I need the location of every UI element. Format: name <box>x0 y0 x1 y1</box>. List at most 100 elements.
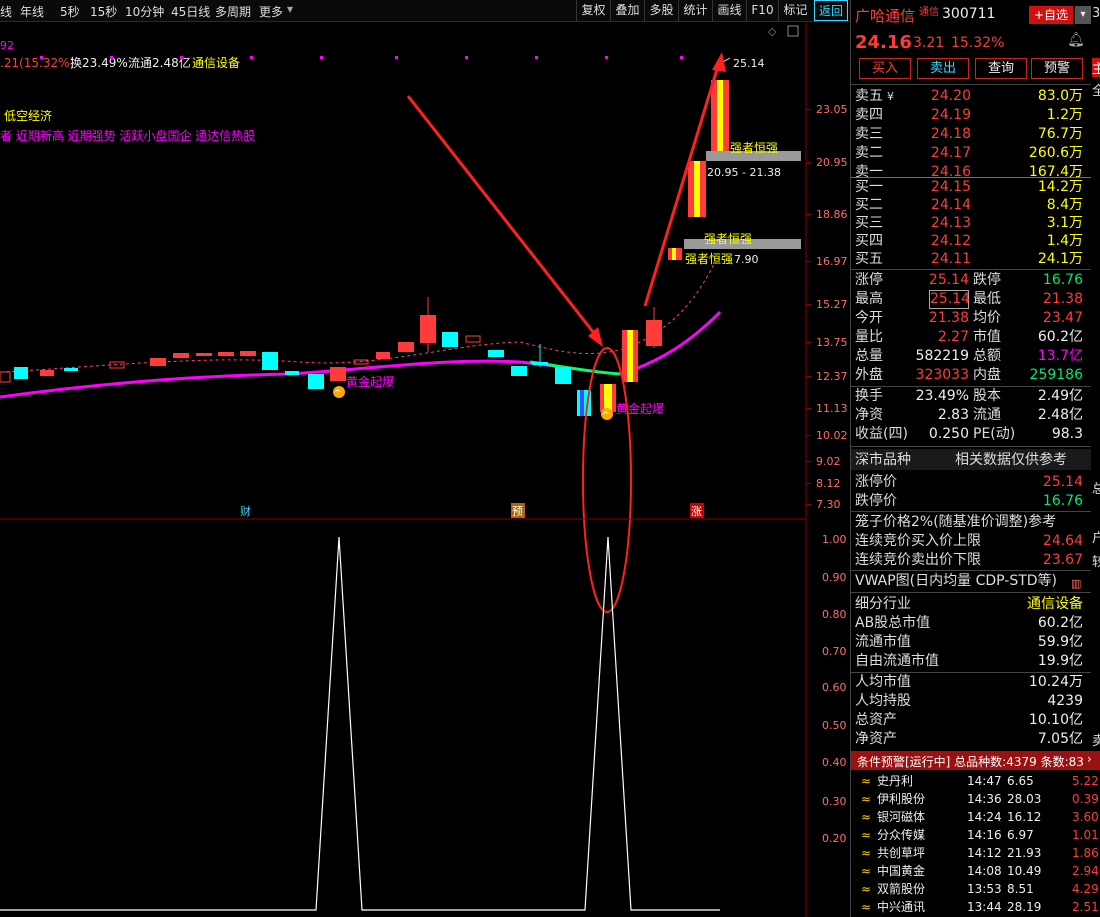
period-15s[interactable]: 15秒 <box>90 3 117 20</box>
per-capita-row: 总资产 10.10亿 <box>855 712 1083 728</box>
bid-row[interactable]: 买一 24.15 14.2万 <box>851 178 1091 197</box>
period-multi[interactable]: 多周期 <box>215 3 251 20</box>
alert-row[interactable]: ≈ 双箭股份 13:53 8.51 4.29 <box>851 880 1100 898</box>
vwap-row[interactable]: VWAP图(日内均量 CDP-STD等) ▥ <box>851 572 1091 591</box>
per-capita-row: 净资产 7.05亿 <box>855 731 1083 747</box>
chevron-right-icon[interactable]: › <box>1087 752 1092 766</box>
stats-row: 涨停 25.14 跌停 16.76 <box>855 272 1083 288</box>
quote-panel: 广哈通信 通信 300711 +自选 ▾ 24.16 3.21 15.32% 🔔… <box>850 0 1100 917</box>
svg-text:^: ^ <box>334 389 342 399</box>
indicator-tick: 0.40 <box>822 756 847 769</box>
edge-glyph: 较 <box>1092 555 1100 570</box>
alert-row[interactable]: ≈ 伊利股份 14:36 28.03 0.39 <box>851 790 1100 808</box>
alert-row[interactable]: ≈ 中国黄金 14:08 10.49 2.94 <box>851 862 1100 880</box>
period-year[interactable]: 年线 <box>20 3 44 20</box>
edge-glyph: 卖 <box>1092 734 1100 749</box>
multi-stock-button[interactable]: 多股 <box>644 0 678 21</box>
back-button[interactable]: 返回 <box>814 0 848 21</box>
strong-label-3-tail: 7.90 <box>734 253 759 266</box>
sell-button[interactable]: 卖出 <box>917 58 969 79</box>
cage-row: 连续竞价卖出价下限 23.67 <box>855 552 1083 568</box>
period-more[interactable]: 更多 <box>259 3 283 20</box>
industry-row: 细分行业 通信设备 <box>855 596 1083 612</box>
per-capita-row: 人均市值 10.24万 <box>855 674 1083 690</box>
finance-marker[interactable]: 财 <box>240 504 251 518</box>
annotation-arrow-2 <box>643 65 720 307</box>
alert-row[interactable]: ≈ 共创草坪 14:12 21.93 1.86 <box>851 844 1100 862</box>
cap-row: 流通市值 59.9亿 <box>855 634 1083 650</box>
bid-row[interactable]: 买二 24.14 8.4万 <box>851 196 1091 215</box>
price-tick: 13.75 <box>816 336 848 349</box>
price-tick: 7.30 <box>816 498 841 511</box>
period-5s[interactable]: 5秒 <box>60 3 80 20</box>
svg-text:^: ^ <box>602 411 610 421</box>
edge-glyph: 3 <box>1092 6 1100 21</box>
ma-line-dashed <box>0 261 716 373</box>
overlay-button[interactable]: 叠加 <box>610 0 644 21</box>
stats-row: 收益(四) 0.250 PE(动) 98.3 <box>855 426 1083 442</box>
period-10min[interactable]: 10分钟 <box>125 3 164 20</box>
buy-button[interactable]: 买入 <box>859 58 911 79</box>
f10-button[interactable]: F10 <box>746 0 778 21</box>
query-button[interactable]: 查询 <box>975 58 1027 79</box>
window-icon[interactable] <box>787 25 799 37</box>
current-price: 24.16 <box>855 32 912 53</box>
chart-icon[interactable]: ▥ <box>1071 574 1081 593</box>
ask-row[interactable]: 卖四 24.19 1.2万 <box>851 106 1091 125</box>
stats-row: 总量 582219 总额 13.7亿 <box>855 348 1083 364</box>
price-tick: 20.95 <box>816 156 848 169</box>
cap-row: 自由流通市值 19.9亿 <box>855 653 1083 669</box>
chart-svg: 92 .21(15.32%) 换23.49% 流通2.48亿 通信设备 低空经济… <box>0 22 848 917</box>
price-tick: 18.86 <box>816 208 848 221</box>
period-line[interactable]: 线 <box>0 3 12 20</box>
period-45d[interactable]: 45日线 <box>171 3 210 20</box>
kline-chart[interactable]: 92 .21(15.32%) 换23.49% 流通2.48亿 通信设备 低空经济… <box>0 22 850 917</box>
limit-down-row: 跌停价 16.76 <box>855 493 1083 509</box>
info-sector: 通信设备 <box>192 56 240 70</box>
price-tick: 11.13 <box>816 402 848 415</box>
dropdown-icon[interactable]: ▾ <box>287 2 293 16</box>
rise-marker[interactable]: 涨 <box>691 505 702 518</box>
indicator-tick: 0.50 <box>822 719 847 732</box>
alert-row[interactable]: ≈ 史丹利 14:47 6.65 5.22 <box>851 772 1100 790</box>
strong-label-1: 强者恒强 <box>730 141 778 155</box>
alert-header[interactable]: 条件预警[运行中] 总品种数:4379 条数:83 › <box>851 751 1100 770</box>
stats-row: 今开 21.38 均价 23.47 <box>855 310 1083 326</box>
ask-row[interactable]: 卖五 ¥ 24.20 83.0万 <box>851 87 1091 106</box>
price-tick: 23.05 <box>816 103 848 116</box>
bid-row[interactable]: 买五 24.11 24.1万 <box>851 250 1091 269</box>
stats-row: 量比 2.27 市值 60.2亿 <box>855 329 1083 345</box>
edge-glyph: 全 <box>1092 84 1100 99</box>
fuquan-button[interactable]: 复权 <box>576 0 610 21</box>
stats-button[interactable]: 统计 <box>678 0 712 21</box>
edge-glyph[interactable]: 主 <box>1092 58 1100 77</box>
alert-button[interactable]: 预警 <box>1031 58 1083 79</box>
chevron-down-icon[interactable]: ▾ <box>1075 6 1091 24</box>
indicator-axis: 1.00 0.90 0.80 0.70 0.60 0.50 0.40 0.30 … <box>822 533 847 845</box>
forecast-marker[interactable]: 预 <box>512 505 523 518</box>
mark-button[interactable]: 标记 <box>778 0 812 21</box>
bid-row[interactable]: 买三 24.13 3.1万 <box>851 214 1091 233</box>
add-watchlist-button[interactable]: +自选 <box>1029 6 1073 24</box>
stock-name: 广哈通信 <box>855 7 916 25</box>
price-axis: 23.05 20.95 18.86 16.97 15.27 13.75 12.3… <box>816 103 848 511</box>
price-change: 3.21 <box>913 35 945 51</box>
stock-code: 300711 <box>942 6 996 22</box>
period-toolbar: 线 年线 5秒 15秒 10分钟 45日线 多周期 更多 ▾ 复权 叠加 多股 … <box>0 0 850 22</box>
draw-button[interactable]: 画线 <box>712 0 746 21</box>
alert-row[interactable]: ≈ 分众传媒 14:16 6.97 1.01 <box>851 826 1100 844</box>
ask-row[interactable]: 卖三 24.18 76.7万 <box>851 125 1091 144</box>
ask-row[interactable]: 卖二 24.17 260.6万 <box>851 144 1091 163</box>
signal-label-2: 黄金起爆 <box>616 401 664 416</box>
concept-tag-2: 者 近期新高 近期强势 活跃小盘国企 通达信热股 <box>0 128 255 143</box>
bid-row[interactable]: 买四 24.12 1.4万 <box>851 232 1091 251</box>
info-turnover: 换23.49% <box>70 56 128 70</box>
bell-icon[interactable]: 🔔︎ <box>1067 32 1085 48</box>
diamond-icon[interactable]: ◇ <box>768 25 777 38</box>
concept-tag-1: 低空经济 <box>4 108 52 123</box>
price-tick: 8.12 <box>816 477 841 490</box>
cage-title: 笼子价格2%(随基准价调整)参考 <box>855 514 1057 530</box>
indicator-tick: 0.20 <box>822 832 847 845</box>
alert-row[interactable]: ≈ 银河磁体 14:24 16.12 3.60 <box>851 808 1100 826</box>
alert-row[interactable]: ≈ 中兴通讯 13:44 28.19 2.51 <box>851 898 1100 916</box>
